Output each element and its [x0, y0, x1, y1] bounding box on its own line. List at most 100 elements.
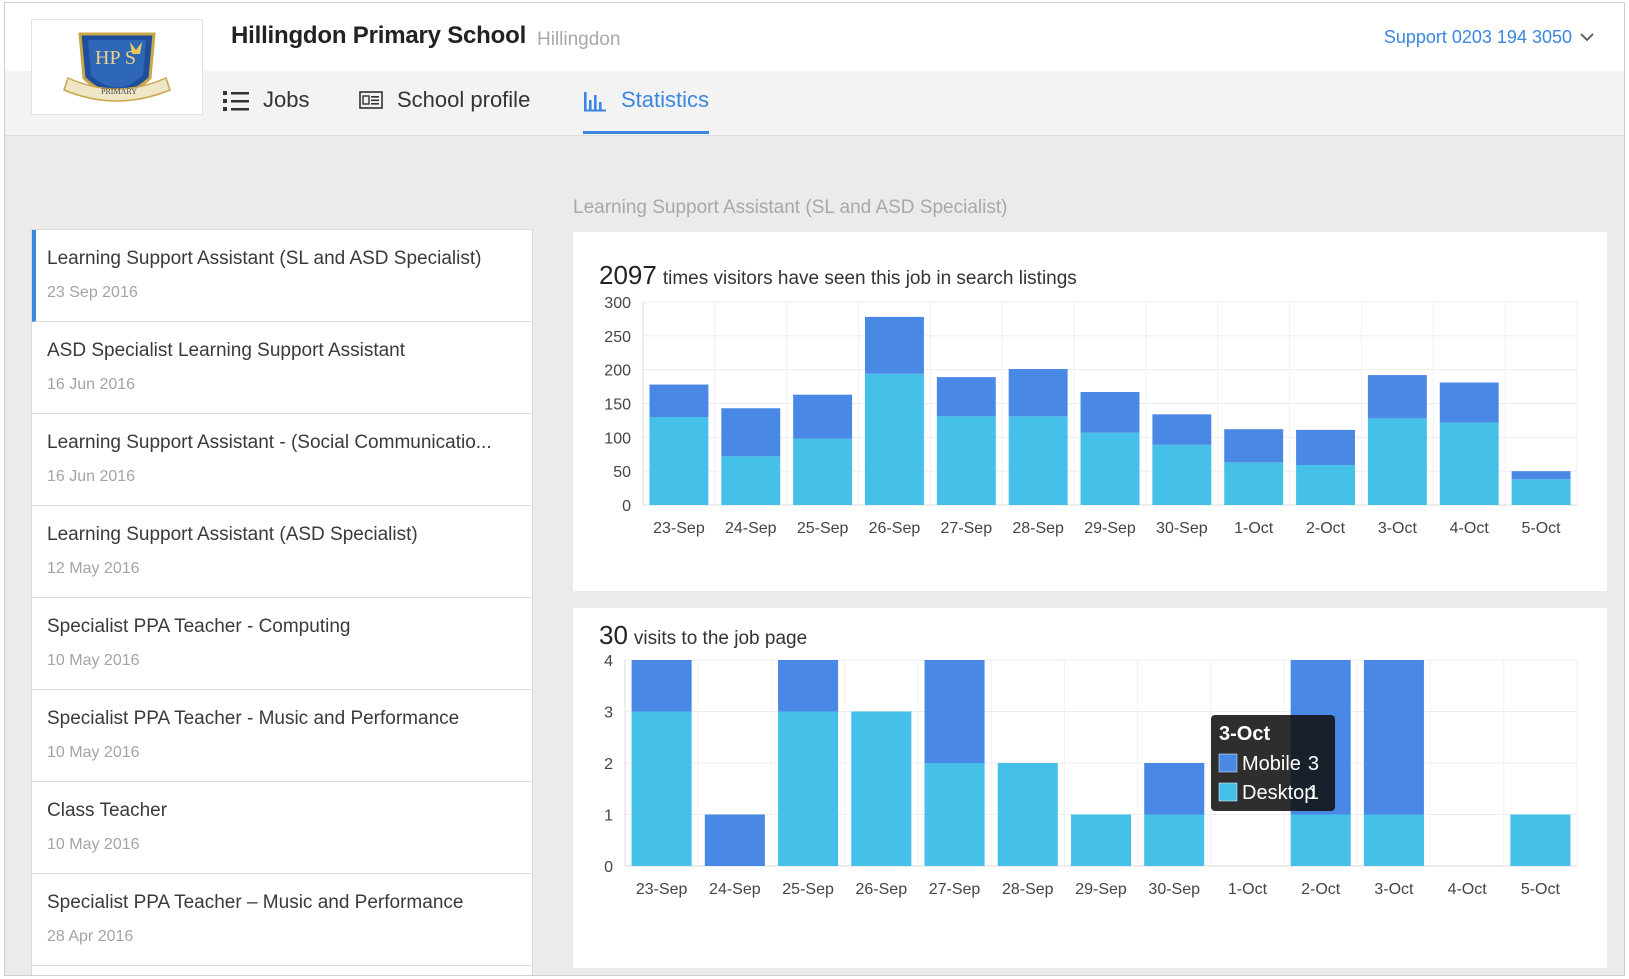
job-list-item[interactable]: Learning Support Assistant - (Social Com…: [32, 414, 532, 506]
bar-mobile: [1363, 660, 1424, 815]
y-tick-label: 200: [604, 363, 631, 380]
bar-mobile: [1511, 471, 1571, 480]
tooltip-swatch: [1218, 753, 1238, 773]
x-tick-label: 30-Sep: [1156, 520, 1208, 537]
job-page-visits-chart: 0 1 2 3 4 23-Sep 24-Sep 25-Sep 26-Sep 27-Sep 28-Se…: [604, 653, 1578, 898]
x-tick-label: 1-Oct: [1234, 520, 1274, 537]
job-date: 28 Apr 2016: [47, 928, 134, 945]
bar-desktop: [1363, 814, 1424, 866]
job-list-item[interactable]: Specialist PPA Teacher - Music and Perfo…: [32, 690, 532, 782]
tab-statistics[interactable]: Statistics: [583, 87, 710, 134]
tab-statistics-label: Statistics: [621, 87, 710, 112]
app-window: HP S PRIMARY Hillingdon Primary School H…: [4, 2, 1625, 976]
x-tick-label: 30-Sep: [1148, 881, 1200, 898]
tab-school-profile[interactable]: School profile: [359, 87, 530, 133]
x-tick-label: 5-Oct: [1522, 520, 1562, 537]
x-tick-label: 25-Sep: [782, 881, 834, 898]
tooltip-series-name: Mobile: [1242, 753, 1301, 775]
bar-desktop: [1008, 416, 1068, 505]
school-logo: HP S PRIMARY: [31, 19, 203, 115]
bar-desktop: [997, 763, 1058, 866]
job-list-item[interactable]: Learning Support Assistant (ASD Speciali…: [32, 506, 532, 598]
bar-desktop: [865, 373, 924, 505]
x-tick-label: 29-Sep: [1075, 881, 1127, 898]
job-date: 10 May 2016: [47, 744, 140, 761]
x-tick-label: 28-Sep: [1002, 881, 1054, 898]
job-title: Specialist PPA Teacher - Computing: [47, 616, 351, 637]
job-list-item[interactable]: Specialist PPA Teacher - Computing 10 Ma…: [32, 598, 532, 690]
job-date: 12 May 2016: [47, 560, 140, 577]
support-dropdown[interactable]: Support 0203 194 3050: [1384, 27, 1594, 48]
y-tick-label: 0: [604, 859, 613, 876]
bar-mobile: [649, 384, 709, 418]
job-list-item[interactable]: Learning Support Assistant (SL and ASD S…: [32, 230, 532, 322]
tooltip-series-value: 1: [1308, 782, 1319, 804]
x-tick-label: 27-Sep: [929, 881, 981, 898]
job-title: Class Teacher: [47, 800, 168, 821]
bar-desktop: [778, 711, 839, 866]
y-tick-label: 150: [604, 397, 631, 414]
job-title: Learning Support Assistant (ASD Speciali…: [47, 524, 418, 545]
bar-mobile: [778, 660, 839, 712]
job-date: 23 Sep 2016: [47, 284, 138, 301]
x-tick-label: 2-Oct: [1301, 881, 1341, 898]
x-tick-label: 29-Sep: [1084, 520, 1136, 537]
bar-mobile: [1080, 391, 1140, 433]
bar-desktop: [1290, 814, 1351, 866]
bar-desktop: [1510, 814, 1571, 866]
job-list-item[interactable]: ASD Specialist Learning Support Assistan…: [32, 322, 532, 414]
bar-mobile: [1224, 429, 1284, 463]
y-tick-label: 3: [604, 705, 613, 722]
bar-desktop: [936, 416, 996, 505]
x-tick-label: 2-Oct: [1306, 520, 1346, 537]
x-tick-label: 23-Sep: [636, 881, 688, 898]
logo-text: HP S: [95, 47, 136, 69]
bar-chart-icon: [584, 92, 606, 112]
job-list-item[interactable]: Specialist PPA Teacher – Music and Perfo…: [32, 874, 532, 966]
y-tick-label: 300: [604, 295, 631, 312]
bar-mobile: [793, 394, 853, 439]
bar-desktop: [924, 763, 985, 866]
bar-mobile: [1008, 368, 1068, 417]
school-crest-icon: HP S PRIMARY: [63, 32, 171, 102]
bar-desktop: [1511, 479, 1571, 505]
list-icon: [223, 91, 249, 111]
bar-mobile: [1367, 375, 1427, 419]
job-list-item[interactable]: Class Teacher 10 May 2016: [32, 782, 532, 874]
job-title: Learning Support Assistant - (Social Com…: [47, 432, 492, 453]
search-listings-chart: 0 50 100 150 200 250 300 23-Sep 24-Sep 25-Sep 26-S…: [604, 295, 1578, 537]
tooltip-series-value: 3: [1308, 753, 1319, 775]
x-tick-label: 23-Sep: [653, 520, 705, 537]
y-tick-label: 4: [604, 653, 613, 670]
job-date: 10 May 2016: [47, 836, 140, 853]
bar-mobile: [865, 316, 924, 374]
bar-mobile: [1296, 429, 1355, 466]
x-tick-label: 25-Sep: [797, 520, 849, 537]
bar-mobile: [721, 408, 781, 457]
x-tick-label: 28-Sep: [1012, 520, 1064, 537]
job-title: ASD Specialist Learning Support Assistan…: [47, 340, 406, 361]
selected-job-title: Learning Support Assistant (SL and ASD S…: [573, 197, 1008, 218]
job-page-visits-panel: 30 visits to the job page 0 1 2 3 4 23-Sep 24-S…: [573, 608, 1607, 968]
x-tick-label: 24-Sep: [709, 881, 761, 898]
chart-tooltip: 3-Oct Mobile 3 Desktop1: [1211, 715, 1335, 811]
job-title: Learning Support Assistant (SL and ASD S…: [47, 248, 482, 269]
tooltip-swatch: [1218, 782, 1238, 802]
job-title: Specialist PPA Teacher – Music and Perfo…: [47, 892, 464, 913]
bar-mobile: [1144, 763, 1205, 815]
x-tick-label: 24-Sep: [725, 520, 777, 537]
chevron-down-icon: [1580, 33, 1594, 42]
bar-mobile: [924, 660, 985, 763]
job-list: Learning Support Assistant (SL and ASD S…: [31, 229, 533, 975]
bar-mobile: [1439, 382, 1499, 423]
y-tick-label: 1: [604, 808, 613, 825]
y-tick-label: 250: [604, 329, 631, 346]
tab-jobs[interactable]: Jobs: [223, 87, 309, 133]
y-tick-label: 50: [613, 464, 631, 481]
tooltip-series-name: Desktop: [1242, 782, 1315, 804]
tab-school-profile-label: School profile: [397, 87, 531, 112]
x-tick-label: 1-Oct: [1228, 881, 1268, 898]
bar-desktop: [1296, 465, 1355, 505]
x-tick-label: 26-Sep: [856, 881, 908, 898]
job-title: Specialist PPA Teacher - Music and Perfo…: [47, 708, 460, 729]
